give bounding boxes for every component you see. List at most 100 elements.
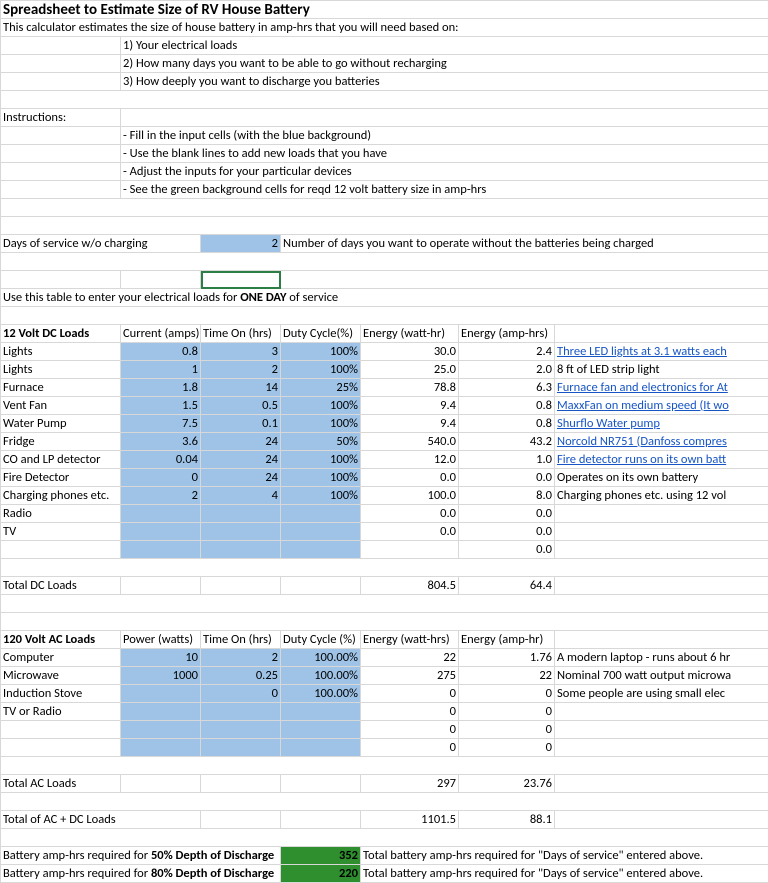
ac-time-input[interactable]: 0: [201, 685, 281, 703]
dc-time-input[interactable]: 24: [201, 451, 281, 469]
empty-row[interactable]: [1, 613, 768, 631]
empty[interactable]: [121, 271, 201, 289]
dc-time-input[interactable]: [201, 523, 281, 541]
ac-duty-input[interactable]: [281, 739, 361, 757]
dc-row-name: Furnace: [1, 379, 121, 397]
dc-time-input[interactable]: 14: [201, 379, 281, 397]
dc-current-input[interactable]: 0.8: [121, 343, 201, 361]
dc-duty-input[interactable]: 100%: [281, 487, 361, 505]
empty[interactable]: [201, 775, 281, 793]
dc-current-input[interactable]: 0: [121, 469, 201, 487]
dc-current-input[interactable]: 0.04: [121, 451, 201, 469]
dc-note-link[interactable]: Norcold NR751 (Danfoss compres: [557, 434, 727, 449]
ac-power-input[interactable]: 10: [121, 649, 201, 667]
dc-current-input[interactable]: 7.5: [121, 415, 201, 433]
dc-duty-input[interactable]: [281, 523, 361, 541]
ac-duty-input[interactable]: [281, 703, 361, 721]
empty[interactable]: [201, 577, 281, 595]
active-cell[interactable]: [201, 271, 281, 289]
empty-row[interactable]: [1, 559, 768, 577]
dc-note-link[interactable]: Furnace fan and electronics for At: [557, 380, 728, 395]
empty[interactable]: [555, 811, 768, 829]
empty[interactable]: [121, 775, 201, 793]
empty[interactable]: [1, 181, 121, 199]
empty[interactable]: [555, 631, 768, 649]
empty[interactable]: [555, 325, 768, 343]
days-input[interactable]: 2: [201, 235, 281, 253]
ac-power-input[interactable]: [121, 721, 201, 739]
dc-time-input[interactable]: 24: [201, 433, 281, 451]
dc-duty-input[interactable]: [281, 505, 361, 523]
table-intro: Use this table to enter your electrical …: [1, 289, 768, 307]
empty[interactable]: [281, 271, 768, 289]
empty-row[interactable]: [1, 253, 768, 271]
ac-time-input[interactable]: 2: [201, 649, 281, 667]
dc-duty-input[interactable]: 50%: [281, 433, 361, 451]
ac-duty-input[interactable]: 100.00%: [281, 685, 361, 703]
dc-current-input[interactable]: 1.5: [121, 397, 201, 415]
dc-time-input[interactable]: 4: [201, 487, 281, 505]
dc-current-input[interactable]: 2: [121, 487, 201, 505]
ac-power-input[interactable]: [121, 739, 201, 757]
dc-time-input[interactable]: 0.5: [201, 397, 281, 415]
empty-row[interactable]: [1, 829, 768, 847]
dc-current-input[interactable]: 3.6: [121, 433, 201, 451]
empty[interactable]: [121, 577, 201, 595]
ac-duty-input[interactable]: [281, 721, 361, 739]
dc-duty-input[interactable]: 100%: [281, 415, 361, 433]
empty[interactable]: [281, 775, 361, 793]
empty[interactable]: [201, 811, 281, 829]
ac-time-input[interactable]: 0.25: [201, 667, 281, 685]
empty[interactable]: [1, 37, 121, 55]
dc-current-input[interactable]: 1: [121, 361, 201, 379]
dc-note-link[interactable]: MaxxFan on medium speed (It wo: [557, 398, 729, 413]
dc-duty-input[interactable]: 100%: [281, 451, 361, 469]
dc-note-link[interactable]: Shurflo Water pump: [557, 416, 660, 431]
empty[interactable]: [1, 73, 121, 91]
dc-duty-input[interactable]: 100%: [281, 343, 361, 361]
empty[interactable]: [1, 55, 121, 73]
ac-time-input[interactable]: [201, 703, 281, 721]
dc-time-input[interactable]: 0.1: [201, 415, 281, 433]
ac-duty-input[interactable]: 100.00%: [281, 667, 361, 685]
empty[interactable]: [1, 145, 121, 163]
dc-duty-input[interactable]: 100%: [281, 469, 361, 487]
dc-duty-input[interactable]: 25%: [281, 379, 361, 397]
dc-duty-input[interactable]: [281, 541, 361, 559]
ac-power-input[interactable]: [121, 703, 201, 721]
dc-duty-input[interactable]: 100%: [281, 361, 361, 379]
empty[interactable]: [1, 163, 121, 181]
empty[interactable]: [555, 775, 768, 793]
ac-power-input[interactable]: 1000: [121, 667, 201, 685]
empty[interactable]: [1, 127, 121, 145]
dc-time-input[interactable]: 24: [201, 469, 281, 487]
empty-row[interactable]: [1, 757, 768, 775]
empty[interactable]: [281, 811, 361, 829]
ac-time-input[interactable]: [201, 739, 281, 757]
ac-time-input[interactable]: [201, 721, 281, 739]
empty[interactable]: [121, 109, 768, 127]
dc-current-input[interactable]: 1.8: [121, 379, 201, 397]
empty-row[interactable]: [1, 793, 768, 811]
dc-note-link[interactable]: Fire detector runs on its own batt: [557, 452, 726, 467]
empty[interactable]: [1, 271, 121, 289]
dc-time-input[interactable]: [201, 541, 281, 559]
dc-current-input[interactable]: [121, 523, 201, 541]
dc-current-input[interactable]: [121, 505, 201, 523]
empty-row[interactable]: [1, 91, 768, 109]
empty-row[interactable]: [1, 217, 768, 235]
dc-time-input[interactable]: 2: [201, 361, 281, 379]
ac-duty-input[interactable]: 100.00%: [281, 649, 361, 667]
ac-power-input[interactable]: [121, 685, 201, 703]
dc-note-link[interactable]: Three LED lights at 3.1 watts each: [557, 344, 727, 359]
empty[interactable]: [555, 577, 768, 595]
dc-current-input[interactable]: [121, 541, 201, 559]
dc-time-input[interactable]: [201, 505, 281, 523]
empty[interactable]: [281, 577, 361, 595]
spreadsheet-grid[interactable]: Spreadsheet to Estimate Size of RV House…: [0, 0, 768, 883]
dc-time-input[interactable]: 3: [201, 343, 281, 361]
empty-row[interactable]: [1, 307, 768, 325]
empty-row[interactable]: [1, 595, 768, 613]
dc-duty-input[interactable]: 100%: [281, 397, 361, 415]
empty-row[interactable]: [1, 199, 768, 217]
